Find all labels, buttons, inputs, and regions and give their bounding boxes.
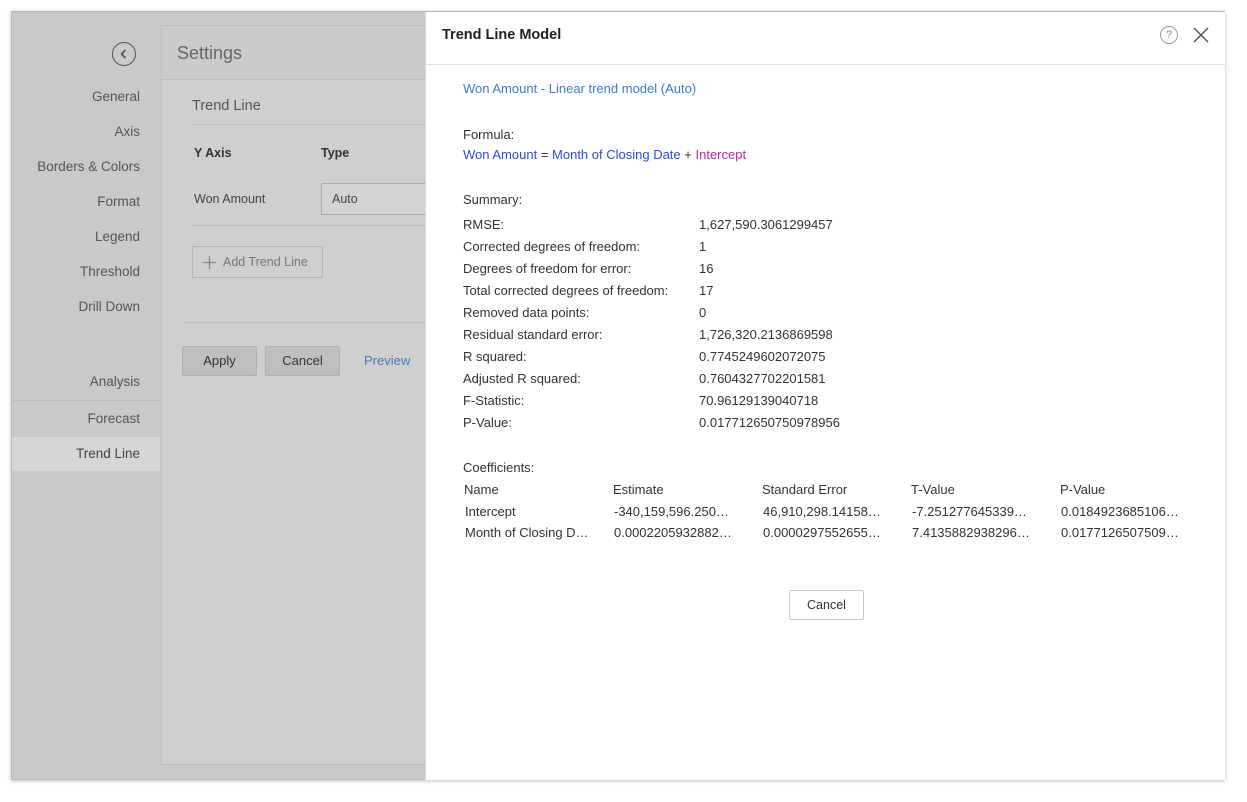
nav-item-general[interactable]: General xyxy=(12,80,160,114)
plus-icon xyxy=(203,256,216,269)
formula-eq: = xyxy=(537,147,553,162)
coef-cell: 0.0177126507509… xyxy=(1061,525,1179,540)
coef-header: Estimate xyxy=(613,482,664,497)
dialog-title: Trend Line Model xyxy=(442,27,562,43)
type-select-value: Auto xyxy=(332,192,358,206)
coef-cell: Intercept xyxy=(465,504,516,519)
summary-value: 1,627,590.3061299457 xyxy=(699,217,833,232)
nav-item-borders-colors[interactable]: Borders & Colors xyxy=(12,150,160,184)
nav-item-legend[interactable]: Legend xyxy=(12,220,160,254)
summary-value: 0.7745249602072075 xyxy=(699,349,826,364)
nav-item-format[interactable]: Format xyxy=(12,185,160,219)
summary-key: Removed data points: xyxy=(463,305,590,320)
summary-row: Removed data points: 0 xyxy=(463,305,1163,327)
summary-key: Total corrected degrees of freedom: xyxy=(463,283,669,298)
summary-value: 0 xyxy=(699,305,707,320)
help-icon[interactable]: ? xyxy=(1160,26,1178,44)
nav-item-trend-line[interactable]: Trend Line xyxy=(12,437,160,471)
coef-header: P-Value xyxy=(1060,482,1106,497)
coef-header: Name xyxy=(464,482,499,497)
chevron-left-icon xyxy=(120,49,127,59)
trend-line-section-title: Trend Line xyxy=(192,98,261,114)
summary-row: F-Statistic: 70.96129139040718 xyxy=(463,393,1163,415)
model-link[interactable]: Won Amount - Linear trend model (Auto) xyxy=(463,81,696,96)
summary-row: Residual standard error: 1,726,320.213686… xyxy=(463,327,1163,349)
summary-value: 1,726,320.2136869598 xyxy=(699,327,833,342)
summary-key: P-Value: xyxy=(463,415,512,430)
summary-value: 16 xyxy=(699,261,714,276)
dialog-cancel-button[interactable]: Cancel xyxy=(789,590,864,620)
coef-header: T-Value xyxy=(911,482,955,497)
coef-cell: -340,159,596.250… xyxy=(614,504,729,519)
coef-cell: Month of Closing D… xyxy=(465,525,589,540)
section-divider xyxy=(192,124,452,125)
col-y-axis: Y Axis xyxy=(194,146,232,160)
summary-key: Residual standard error: xyxy=(463,327,603,342)
row-divider xyxy=(192,225,452,226)
col-type: Type xyxy=(321,146,350,160)
summary-row: Corrected degrees of freedom: 1 xyxy=(463,239,1163,261)
left-nav: General Axis Borders & Colors Format Leg… xyxy=(12,12,160,779)
summary-value: 0.7604327702201581 xyxy=(699,371,826,386)
formula-plus: + xyxy=(680,147,696,162)
coef-cell: 46,910,298.14158… xyxy=(763,504,881,519)
nav-divider xyxy=(12,400,160,401)
nav-item-forecast[interactable]: Forecast xyxy=(12,402,160,436)
settings-panel: Settings Trend Line Y Axis Type Won Amou… xyxy=(161,25,452,765)
coef-cell: 7.4135882938296… xyxy=(912,525,1030,540)
formula-intercept: Intercept xyxy=(695,147,747,162)
summary-row: Degrees of freedom for error: 16 xyxy=(463,261,1163,283)
summary-value: 1 xyxy=(699,239,707,254)
summary-key: Adjusted R squared: xyxy=(463,371,581,386)
type-select[interactable]: Auto xyxy=(321,183,441,215)
coef-cell: 0.0000297552655… xyxy=(763,525,881,540)
settings-cancel-button[interactable]: Cancel xyxy=(265,346,340,376)
summary-row: Total corrected degrees of freedom: 17 xyxy=(463,283,1163,305)
nav-item-threshold[interactable]: Threshold xyxy=(12,255,160,289)
coef-cell: 0.0184923685106… xyxy=(1061,504,1179,519)
summary-key: F-Statistic: xyxy=(463,393,525,408)
summary-row: Adjusted R squared: 0.7604327702201581 xyxy=(463,371,1163,393)
apply-button[interactable]: Apply xyxy=(182,346,257,376)
nav-section-analysis: Analysis xyxy=(89,374,140,389)
summary-key: Corrected degrees of freedom: xyxy=(463,239,641,254)
actions-divider xyxy=(182,322,452,323)
formula-label: Formula: xyxy=(463,127,515,142)
summary-value: 70.96129139040718 xyxy=(699,393,819,408)
coef-cell: 0.0002205932882… xyxy=(614,525,732,540)
summary-key: R squared: xyxy=(463,349,527,364)
formula-term: Month of Closing Date xyxy=(552,147,681,162)
settings-title: Settings xyxy=(162,26,441,80)
summary-value: 0.017712650750978956 xyxy=(699,415,840,430)
add-trend-line-label: Add Trend Line xyxy=(223,255,308,269)
formula: Won Amount = Month of Closing Date + Int… xyxy=(463,147,746,162)
preview-link[interactable]: Preview xyxy=(364,353,410,368)
summary-key: Degrees of freedom for error: xyxy=(463,261,632,276)
summary-row: RMSE: 1,627,590.3061299457 xyxy=(463,217,1163,239)
close-icon[interactable] xyxy=(1192,26,1210,44)
summary-value: 17 xyxy=(699,283,714,298)
coef-cell: -7.251277645339… xyxy=(912,504,1027,519)
trend-row-label: Won Amount xyxy=(194,192,266,206)
formula-lhs: Won Amount xyxy=(463,147,538,162)
nav-item-axis[interactable]: Axis xyxy=(12,115,160,149)
summary-row: P-Value: 0.017712650750978956 xyxy=(463,415,1163,437)
summary-label: Summary: xyxy=(463,192,523,207)
add-trend-line-button[interactable]: Add Trend Line xyxy=(192,246,323,278)
summary-row: R squared: 0.7745249602072075 xyxy=(463,349,1163,371)
dialog-header: Trend Line Model ? xyxy=(426,12,1225,65)
coef-header: Standard Error xyxy=(762,482,848,497)
back-button[interactable] xyxy=(112,42,136,66)
coefficients-label: Coefficients: xyxy=(463,460,535,475)
trend-line-model-dialog: Trend Line Model ? Won Amount - Linear t… xyxy=(425,12,1225,780)
nav-item-drill-down[interactable]: Drill Down xyxy=(12,290,160,324)
summary-key: RMSE: xyxy=(463,217,505,232)
